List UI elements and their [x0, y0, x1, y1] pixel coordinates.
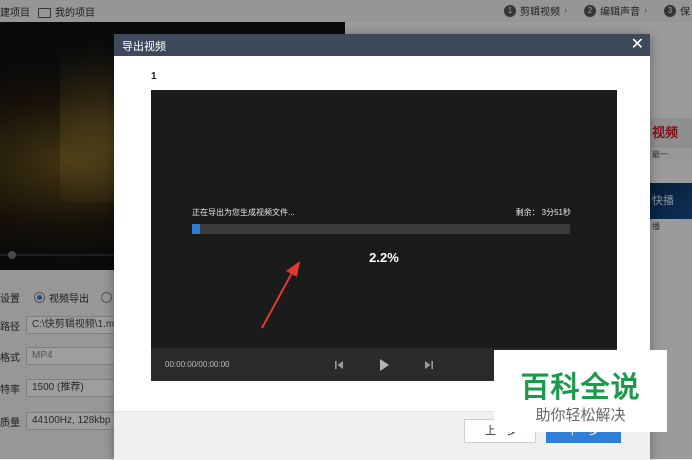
export-progress-fill	[192, 224, 201, 234]
export-status-text: 正在导出为您生成视频文件...	[192, 208, 295, 217]
play-icon[interactable]	[376, 357, 392, 373]
skip-back-icon[interactable]	[331, 357, 347, 373]
skip-forward-icon[interactable]	[421, 357, 437, 373]
close-icon[interactable]: ✕	[631, 35, 644, 55]
export-progress-bar	[192, 224, 570, 234]
timecode: 00:00:00/00:00:00	[165, 360, 230, 369]
remaining-time: 剩余： 3分51秒	[516, 207, 571, 218]
remaining-value: 3分51秒	[541, 208, 571, 217]
watermark-logo: 百科全说 助你轻松解决	[494, 350, 667, 432]
dialog-title: 导出视频	[122, 41, 166, 53]
watermark-sub-text: 助你轻松解决	[535, 406, 626, 424]
dialog-title-bar: 导出视频 ✕	[114, 34, 650, 56]
export-player: 正在导出为您生成视频文件... 剩余： 3分51秒 2.2% 00:00:00/0…	[151, 90, 617, 381]
watermark-main-text: 百科全说	[520, 370, 641, 404]
export-progress-percent: 2.2%	[369, 250, 399, 265]
dialog-header: 1	[151, 71, 157, 82]
remaining-label: 剩余：	[515, 208, 540, 217]
player-stage: 正在导出为您生成视频文件... 剩余： 3分51秒 2.2%	[151, 90, 617, 348]
